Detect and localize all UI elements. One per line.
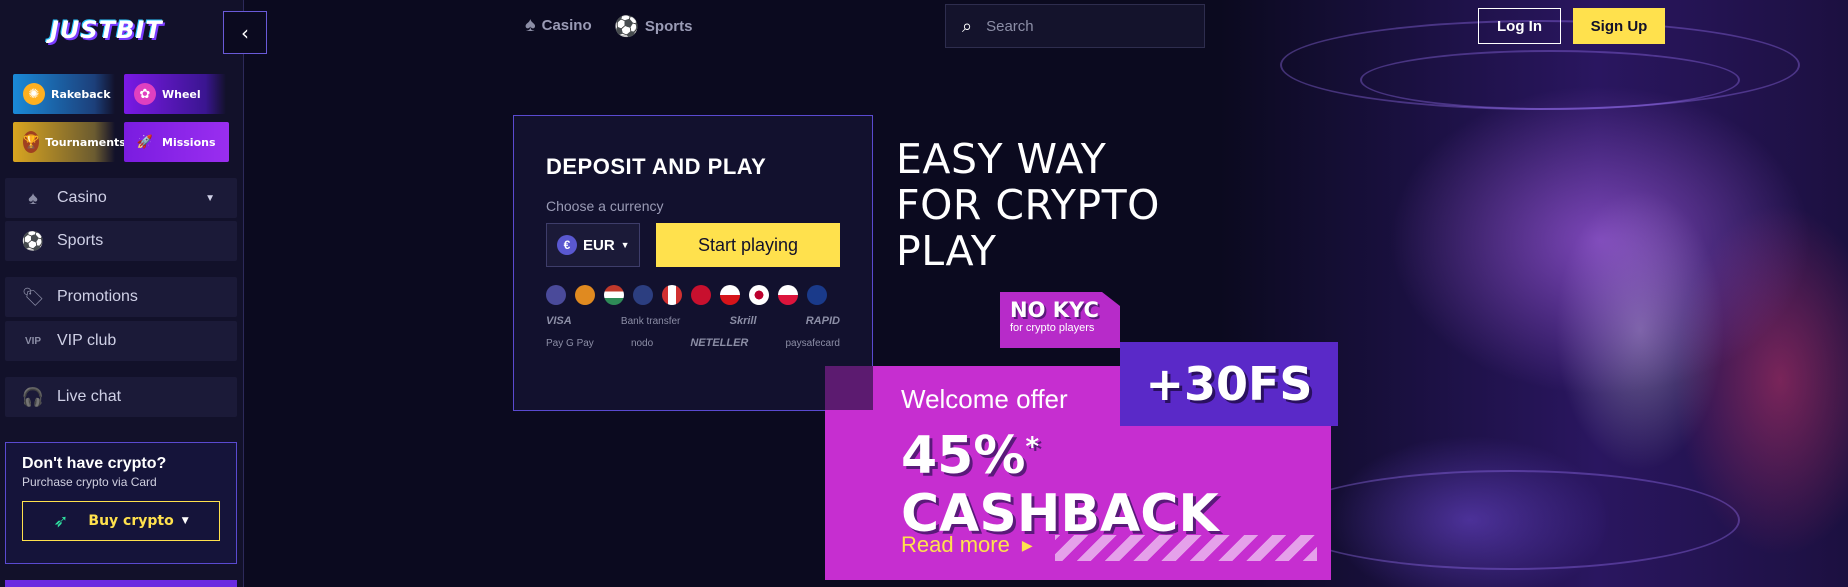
sidebar: JUSTBIT ✺ Rakeback ✿ Wheel 🏆 Tournaments…	[0, 0, 244, 587]
deposit-card: DEPOSIT AND PLAY Choose a currency € EUR…	[513, 115, 873, 411]
top-link-label: Casino	[541, 17, 592, 34]
australia-flag-icon	[807, 285, 827, 305]
sidebar-item-label: Live chat	[57, 388, 122, 405]
top-link-casino[interactable]: ♠ Casino	[525, 14, 592, 37]
poland-flag-icon	[778, 285, 798, 305]
sidebar-item-vip-club[interactable]: VIP VIP club	[5, 321, 237, 361]
sidebar-bottom-bar	[5, 580, 237, 587]
read-more-label: Read more	[901, 532, 1010, 557]
canada-flag-icon	[662, 285, 682, 305]
portal-ring	[1280, 470, 1740, 570]
sidebar-item-label: Promotions	[57, 288, 138, 305]
buy-crypto-button[interactable]: ➶ Buy crypto ▼	[22, 501, 220, 541]
buy-crypto-label: Buy crypto	[88, 513, 174, 529]
top-link-label: Sports	[644, 18, 693, 35]
sidebar-item-label: VIP club	[57, 332, 117, 349]
rocket-icon: ➶	[53, 510, 69, 532]
spade-icon: ♠	[28, 187, 38, 208]
top-link-sports[interactable]: ⚽ Sports	[614, 14, 692, 39]
promo-tile-label: Missions	[162, 135, 216, 149]
sidebar-item-live-chat[interactable]: 🎧 Live chat	[5, 377, 237, 417]
euro-coin-icon	[546, 285, 566, 305]
sidebar-item-casino[interactable]: ♠ Casino ▼	[5, 178, 237, 218]
caret-down-icon: ▼	[620, 240, 630, 250]
promo-tile-missions[interactable]: 🚀 Missions	[124, 122, 229, 162]
payment-methods-row: VISA Bank transfer Skrill RAPID	[546, 315, 840, 327]
portal-ring	[1360, 50, 1740, 110]
banner-corner	[825, 366, 873, 410]
promo-tile-tournaments[interactable]: 🏆 Tournaments	[13, 122, 126, 162]
rapid-logo: RAPID	[805, 315, 840, 327]
crypto-panel-title: Don't have crypto?	[22, 455, 167, 472]
headset-icon: 🎧	[21, 386, 45, 407]
euro-icon: €	[557, 235, 577, 255]
free-spins-badge: +30FS	[1120, 342, 1338, 426]
sidebar-item-promotions[interactable]: 🏷 Promotions	[5, 277, 237, 317]
payment-methods-row: Pay G Pay nodo NETELLER paysafecard	[546, 337, 840, 349]
nodo-logo: nodo	[630, 337, 654, 349]
currency-value: EUR	[583, 236, 615, 254]
rakeback-icon: ✺	[23, 83, 45, 105]
hero-headline: EASY WAY FOR CRYPTO PLAY	[896, 136, 1196, 274]
login-button[interactable]: Log In	[1478, 8, 1561, 44]
no-kyc-subtitle: for crypto players	[1010, 322, 1095, 334]
spade-icon: ♠	[525, 14, 536, 36]
headline-line: PLAY	[896, 227, 997, 275]
norway-flag-icon	[633, 285, 653, 305]
offer-asterisk: *	[1025, 432, 1040, 462]
read-more-link[interactable]: Read more ▶	[901, 532, 1033, 558]
search-input[interactable]	[986, 17, 1177, 35]
chevron-right-icon: ▶	[1021, 536, 1033, 553]
soccer-ball-icon: ⚽	[21, 230, 45, 251]
bank-transfer-logo: Bank transfer	[620, 315, 681, 327]
no-kyc-title: NO KYC	[1010, 298, 1099, 322]
hungary-flag-icon	[604, 285, 624, 305]
search-box[interactable]: ⌕	[945, 4, 1205, 48]
start-playing-button[interactable]: Start playing	[656, 223, 840, 267]
offer-percent: 45%*	[901, 421, 1331, 482]
headline-line: EASY WAY	[896, 135, 1107, 183]
apple-google-pay-logo: Pay G Pay	[546, 337, 594, 349]
vip-icon: VIP	[24, 335, 42, 347]
caret-down-icon: ▼	[205, 192, 215, 204]
bitcoin-icon	[575, 285, 595, 305]
signup-button[interactable]: Sign Up	[1573, 8, 1665, 44]
chevron-left-icon: ‹	[241, 20, 249, 45]
japan-flag-icon	[749, 285, 769, 305]
buy-crypto-panel: Don't have crypto? Purchase crypto via C…	[5, 442, 237, 564]
denmark-flag-icon	[691, 285, 711, 305]
caret-down-icon: ▼	[181, 516, 189, 526]
promo-tile-label: Tournaments	[45, 135, 126, 149]
paysafecard-logo: paysafecard	[785, 337, 840, 349]
crypto-panel-subtitle: Purchase crypto via Card	[22, 475, 157, 489]
promo-tile-wheel[interactable]: ✿ Wheel	[124, 74, 226, 114]
currency-icons	[546, 285, 840, 305]
decorative-stripes	[1055, 535, 1317, 561]
neteller-logo: NETELLER	[690, 337, 749, 349]
sidebar-item-label: Sports	[57, 232, 104, 249]
sidebar-item-sports[interactable]: ⚽ Sports	[5, 221, 237, 261]
skrill-logo: Skrill	[729, 315, 757, 327]
deposit-subtitle: Choose a currency	[546, 198, 664, 214]
offer-percent-value: 45%	[901, 426, 1026, 486]
justbit-logo[interactable]: JUSTBIT	[50, 16, 163, 44]
czech-flag-icon	[720, 285, 740, 305]
sidebar-item-label: Casino	[57, 189, 107, 206]
no-kyc-badge: NO KYC for crypto players	[1000, 292, 1120, 348]
trophy-icon: 🏆	[23, 131, 40, 153]
currency-select[interactable]: € EUR ▼	[546, 223, 640, 267]
tag-icon: 🏷	[21, 286, 45, 307]
wheel-icon: ✿	[134, 83, 156, 105]
soccer-ball-icon: ⚽	[614, 16, 639, 38]
promo-tile-label: Rakeback	[51, 87, 111, 101]
search-icon: ⌕	[962, 15, 973, 37]
sidebar-collapse-button[interactable]: ‹	[223, 11, 267, 54]
promo-tile-rakeback[interactable]: ✺ Rakeback	[13, 74, 115, 114]
headline-line: FOR CRYPTO	[896, 181, 1160, 229]
deposit-title: DEPOSIT AND PLAY	[546, 154, 767, 179]
visa-mastercard-logo: VISA	[546, 315, 572, 327]
promo-tile-label: Wheel	[162, 87, 201, 101]
rocket-icon: 🚀	[136, 134, 154, 150]
